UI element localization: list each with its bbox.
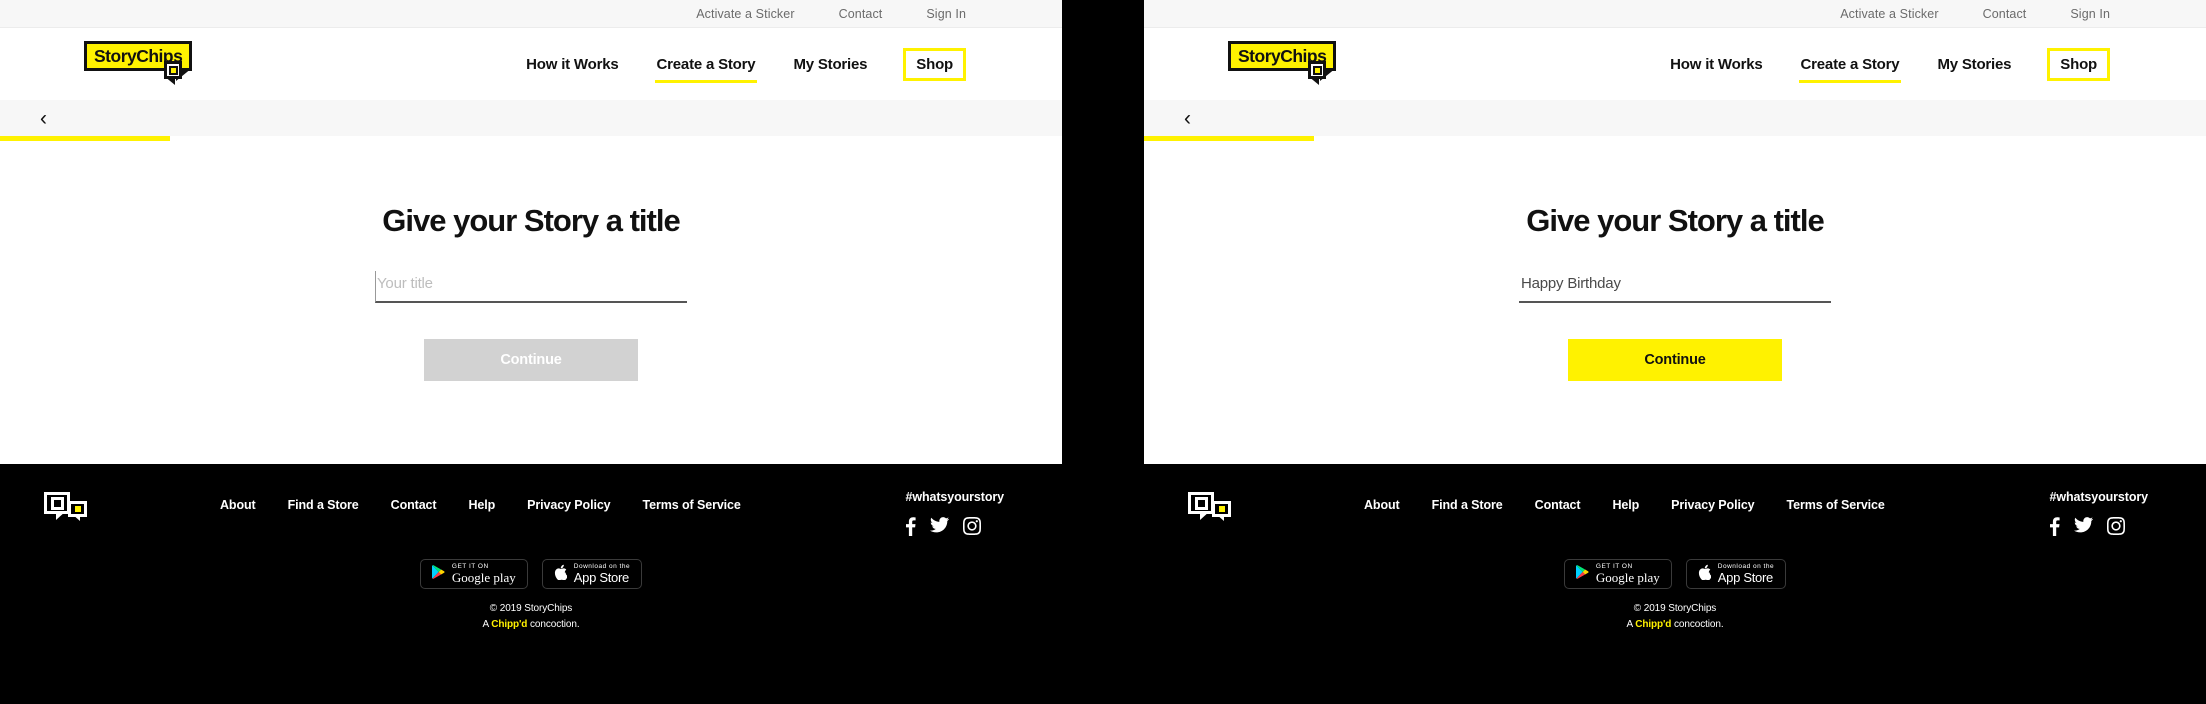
utility-bar: Activate a Sticker Contact Sign In <box>0 0 1062 28</box>
copyright-line: © 2019 StoryChips <box>489 603 573 614</box>
nav-item-shop[interactable]: Shop <box>2047 47 2110 81</box>
google-play-badge-bottom: Google play <box>1595 569 1660 585</box>
facebook-icon[interactable] <box>905 517 917 541</box>
nav-item-create-a-story[interactable]: Create a Story <box>654 50 758 83</box>
footer-top-row: About Find a Store Contact Help Privacy … <box>1144 490 2206 541</box>
step-strip: ‹ <box>0 100 1062 136</box>
main-content: Give your Story a title Continue <box>0 141 1062 464</box>
utility-link-sign-in[interactable]: Sign In <box>926 7 966 21</box>
nav-item-my-stories[interactable]: My Stories <box>791 50 869 79</box>
site-header: StoryChips How it Works Create a Story M… <box>0 28 1062 100</box>
twitter-icon[interactable] <box>930 517 950 541</box>
story-title-input[interactable] <box>1519 271 1831 303</box>
nav-item-how-it-works[interactable]: How it Works <box>1668 50 1764 79</box>
step-strip: ‹ <box>1144 100 2206 136</box>
app-store-badge-bottom: App Store <box>573 569 629 585</box>
utility-link-contact[interactable]: Contact <box>839 7 883 21</box>
main-content: Give your Story a title Continue <box>1144 141 2206 464</box>
site-footer: About Find a Store Contact Help Privacy … <box>0 464 1062 704</box>
instagram-icon[interactable] <box>2107 517 2126 541</box>
logo[interactable]: StoryChips <box>84 41 202 87</box>
nav-item-shop[interactable]: Shop <box>903 47 966 81</box>
main-navigation: How it Works Create a Story My Stories S… <box>524 47 966 83</box>
back-button-chevron-left-icon[interactable]: ‹ <box>40 108 47 129</box>
site-header: StoryChips How it Works Create a Story M… <box>1144 28 2206 100</box>
footer-link-terms-of-service[interactable]: Terms of Service <box>643 498 741 512</box>
footer-link-help[interactable]: Help <box>468 498 495 512</box>
utility-bar: Activate a Sticker Contact Sign In <box>1144 0 2206 28</box>
footer-link-contact[interactable]: Contact <box>391 498 437 512</box>
chippd-brand[interactable]: Chipp'd <box>1635 619 1671 630</box>
app-store-badge-bottom: App Store <box>1717 569 1773 585</box>
footer-link-about[interactable]: About <box>1364 498 1400 512</box>
footer-link-help[interactable]: Help <box>1612 498 1639 512</box>
footer-dual-speech-bubble-icon <box>44 492 90 526</box>
apple-icon <box>1698 564 1712 585</box>
footer-social-block: #whatsyourstory <box>2049 490 2148 541</box>
instagram-icon[interactable] <box>963 517 982 541</box>
logo-chip-icon <box>164 61 182 85</box>
page-title: Give your Story a title <box>1526 203 1824 238</box>
tagline-line: A Chipp'd concoction. <box>1626 618 1724 630</box>
continue-button[interactable]: Continue <box>1568 339 1782 381</box>
footer-top-row: About Find a Store Contact Help Privacy … <box>0 490 1062 541</box>
facebook-icon[interactable] <box>2049 517 2061 541</box>
footer-social-block: #whatsyourstory <box>905 490 1004 541</box>
continue-button[interactable]: Continue <box>424 339 638 381</box>
app-store-badge[interactable]: Download on the App Store <box>1685 559 1787 589</box>
google-play-icon <box>1575 564 1589 584</box>
footer-link-privacy-policy[interactable]: Privacy Policy <box>1671 498 1754 512</box>
twitter-icon[interactable] <box>2074 517 2094 541</box>
hashtag-label: #whatsyourstory <box>2049 490 2148 504</box>
page-title: Give your Story a title <box>382 203 680 238</box>
apple-icon <box>554 564 568 585</box>
google-play-badge[interactable]: GET IT ON Google play <box>419 559 528 589</box>
footer-link-about[interactable]: About <box>220 498 256 512</box>
panel-filled-state: Activate a Sticker Contact Sign In Story… <box>1144 0 2206 704</box>
nav-item-my-stories[interactable]: My Stories <box>1935 50 2013 79</box>
utility-link-activate-a-sticker[interactable]: Activate a Sticker <box>1840 7 1938 21</box>
footer-copyright-block: © 2019 StoryChips A Chipp'd concoction. <box>0 601 1062 632</box>
footer-link-find-a-store[interactable]: Find a Store <box>1432 498 1503 512</box>
panel-empty-state: Activate a Sticker Contact Sign In Story… <box>0 0 1062 704</box>
main-navigation: How it Works Create a Story My Stories S… <box>1668 47 2110 83</box>
google-play-icon <box>431 564 445 584</box>
utility-link-contact[interactable]: Contact <box>1983 7 2027 21</box>
footer-dual-speech-bubble-icon <box>1188 492 1234 526</box>
google-play-badge-bottom: Google play <box>451 569 516 585</box>
back-button-chevron-left-icon[interactable]: ‹ <box>1184 108 1191 129</box>
footer-link-find-a-store[interactable]: Find a Store <box>288 498 359 512</box>
dual-panel-screenshot: Activate a Sticker Contact Sign In Story… <box>0 0 2206 704</box>
app-store-badge[interactable]: Download on the App Store <box>541 559 643 589</box>
social-icons <box>2049 517 2148 541</box>
footer-copyright-block: © 2019 StoryChips A Chipp'd concoction. <box>1144 601 2206 632</box>
tagline-line: A Chipp'd concoction. <box>482 618 580 630</box>
social-icons <box>905 517 1004 541</box>
chippd-brand[interactable]: Chipp'd <box>491 619 527 630</box>
app-store-badges: GET IT ON Google play Download on the Ap… <box>0 559 1062 589</box>
copyright-line: © 2019 StoryChips <box>1633 603 1717 614</box>
story-title-input[interactable] <box>375 271 687 303</box>
site-footer: About Find a Store Contact Help Privacy … <box>1144 464 2206 704</box>
nav-item-create-a-story[interactable]: Create a Story <box>1798 50 1902 83</box>
utility-link-activate-a-sticker[interactable]: Activate a Sticker <box>696 7 794 21</box>
footer-link-terms-of-service[interactable]: Terms of Service <box>1787 498 1885 512</box>
hashtag-label: #whatsyourstory <box>905 490 1004 504</box>
footer-link-contact[interactable]: Contact <box>1535 498 1581 512</box>
footer-links: About Find a Store Contact Help Privacy … <box>220 498 741 512</box>
nav-item-how-it-works[interactable]: How it Works <box>524 50 620 79</box>
logo-chip-icon <box>1308 61 1326 85</box>
google-play-badge[interactable]: GET IT ON Google play <box>1563 559 1672 589</box>
utility-link-sign-in[interactable]: Sign In <box>2070 7 2110 21</box>
panel-divider <box>1062 0 1144 704</box>
logo[interactable]: StoryChips <box>1228 41 1346 87</box>
footer-link-privacy-policy[interactable]: Privacy Policy <box>527 498 610 512</box>
footer-links: About Find a Store Contact Help Privacy … <box>1364 498 1885 512</box>
app-store-badges: GET IT ON Google play Download on the Ap… <box>1144 559 2206 589</box>
